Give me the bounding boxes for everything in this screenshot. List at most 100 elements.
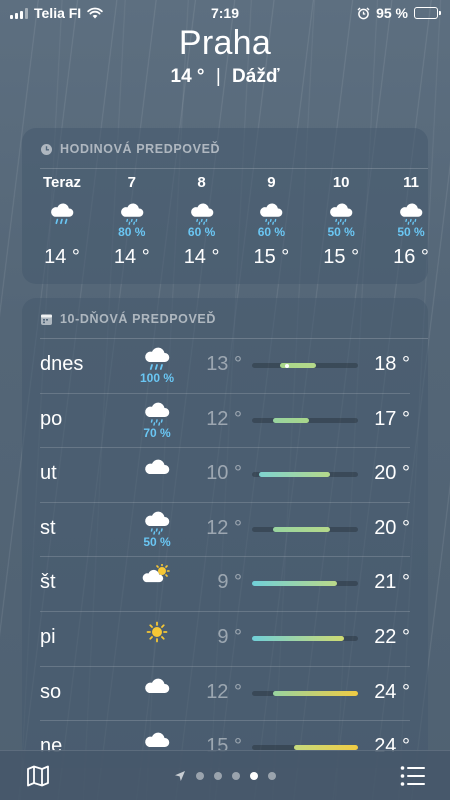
divider (40, 168, 428, 169)
precipitation-chance: 50 % (327, 225, 355, 239)
status-right: 95 % (357, 5, 441, 21)
daily-forecast-header: 10-DŇOVÁ PREDPOVEĎ (40, 312, 216, 326)
temperature-range-bar (259, 472, 330, 478)
high-temperature: 22 ° (374, 626, 410, 648)
low-temperature: 12 ° (206, 407, 242, 430)
location-arrow-icon[interactable] (174, 770, 186, 782)
cloud-icon (142, 455, 172, 481)
daily-forecast-title: 10-DŇOVÁ PREDPOVEĎ (60, 312, 216, 326)
day-name: st (40, 516, 56, 539)
hour-temperature: 15 ° (323, 246, 360, 268)
hour-temperature: 15 ° (253, 246, 290, 268)
cloud-drizzle-icon (118, 202, 146, 226)
daily-forecast-card[interactable]: 10-DŇOVÁ PREDPOVEĎ dnes 100 % 13 ° 18 ° po 70… (22, 298, 428, 768)
current-conditions: 14 ° | Dážď (0, 66, 450, 88)
precipitation-chance: 50 % (397, 225, 425, 239)
day-name: so (40, 680, 62, 703)
hour-temperature: 14 ° (183, 246, 220, 268)
temperature-range-bar (273, 690, 358, 696)
precipitation-chance: 60 % (187, 225, 216, 239)
cloud-drizzle-icon (188, 202, 216, 226)
cloud-icon (142, 674, 172, 700)
low-temperature: 10 ° (206, 462, 242, 485)
day-name: pi (40, 626, 56, 648)
page-indicator[interactable] (0, 770, 450, 782)
hourly-forecast-title: HODINOVÁ PREDPOVEĎ (60, 142, 221, 156)
high-temperature: 17 ° (374, 407, 410, 430)
temperature-range-bar (273, 417, 309, 423)
hour-temperature: 14 ° (113, 246, 150, 268)
cloud-drizzle-icon (327, 202, 355, 226)
clock-icon (41, 143, 52, 155)
temperature-range-track (252, 363, 358, 368)
low-temperature: 9 ° (217, 571, 242, 594)
hour-label: 7 (127, 174, 136, 191)
temperature-range-track (252, 526, 358, 532)
page-dot[interactable] (268, 772, 276, 780)
daily-row[interactable]: so 12 ° 24 ° (22, 667, 428, 722)
precipitation-chance: 50 % (143, 534, 171, 549)
hour-label: 11 (403, 174, 419, 191)
high-temperature: 20 ° (374, 516, 410, 539)
cloud-drizzle-icon (142, 510, 172, 536)
hour-temperature: 14 ° (44, 246, 80, 268)
temperature-range-track (252, 690, 358, 696)
precipitation-chance: 70 % (143, 425, 171, 440)
hour-label: 9 (267, 174, 276, 191)
low-temperature: 12 ° (206, 516, 242, 539)
hourly-forecast-card[interactable]: HODINOVÁ PREDPOVEĎ Teraz 14 ° 7 80 % 14 ° 8 60… (22, 128, 428, 284)
temperature-range-track (252, 581, 358, 587)
temperature-range-track (252, 472, 358, 478)
cloud-drizzle-icon (142, 401, 172, 427)
hour-label: 8 (197, 174, 206, 191)
hour-temperature: 16 ° (393, 246, 428, 268)
cloud-drizzle-icon (257, 202, 285, 226)
status-bar: Telia FI 7:19 95 % (0, 0, 450, 26)
temperature-range-track (252, 417, 358, 423)
cloud-sun-icon (142, 563, 172, 590)
hour-label: Teraz (42, 174, 82, 191)
calendar-icon (41, 314, 52, 325)
daily-row[interactable]: po 70 % 12 ° 17 ° (22, 394, 428, 449)
cloud-rain-icon (142, 346, 172, 372)
separator: | (215, 66, 221, 87)
page-dot[interactable] (214, 772, 222, 780)
current-temp-marker (285, 363, 290, 368)
current-condition: Dážď (232, 66, 280, 87)
sun-icon (142, 619, 172, 645)
high-temperature: 18 ° (374, 353, 410, 375)
hourly-forecast-header: HODINOVÁ PREDPOVEĎ (40, 142, 220, 156)
battery-percent: 95 % (376, 5, 408, 21)
temperature-range-bar (273, 526, 330, 532)
cloud-rain-icon (48, 202, 76, 226)
precipitation-chance: 60 % (257, 225, 286, 239)
day-name: po (40, 407, 63, 430)
cloud-drizzle-icon (397, 202, 425, 226)
daily-row[interactable]: dnes 100 % 13 ° 18 ° (22, 339, 428, 394)
temperature-range-bar (252, 636, 344, 641)
temperature-range-track (252, 636, 358, 641)
battery-icon (414, 7, 441, 19)
high-temperature: 24 ° (374, 680, 410, 703)
bottom-toolbar (0, 750, 450, 800)
page-dot[interactable] (196, 772, 204, 780)
daily-row[interactable]: pi 9 ° 22 ° (22, 612, 428, 667)
high-temperature: 21 ° (374, 571, 410, 594)
daily-row[interactable]: st 50 % 12 ° 20 ° (22, 503, 428, 558)
day-name: št (40, 571, 56, 594)
low-temperature: 13 ° (206, 353, 242, 375)
page-dot[interactable] (250, 772, 258, 780)
precipitation-chance: 80 % (118, 225, 146, 239)
city-name: Praha (178, 24, 272, 62)
daily-row[interactable]: ut 10 ° 20 ° (22, 448, 428, 503)
day-name: dnes (40, 353, 84, 375)
day-name: ut (40, 462, 57, 485)
page-dot[interactable] (232, 772, 240, 780)
low-temperature: 9 ° (217, 626, 242, 648)
temperature-range-bar (252, 581, 337, 587)
high-temperature: 20 ° (374, 462, 410, 485)
list-icon[interactable] (400, 765, 426, 787)
current-temperature: 14 ° (170, 66, 205, 87)
precipitation-chance: 100 % (139, 371, 175, 385)
daily-row[interactable]: št 9 ° 21 ° (22, 557, 428, 612)
